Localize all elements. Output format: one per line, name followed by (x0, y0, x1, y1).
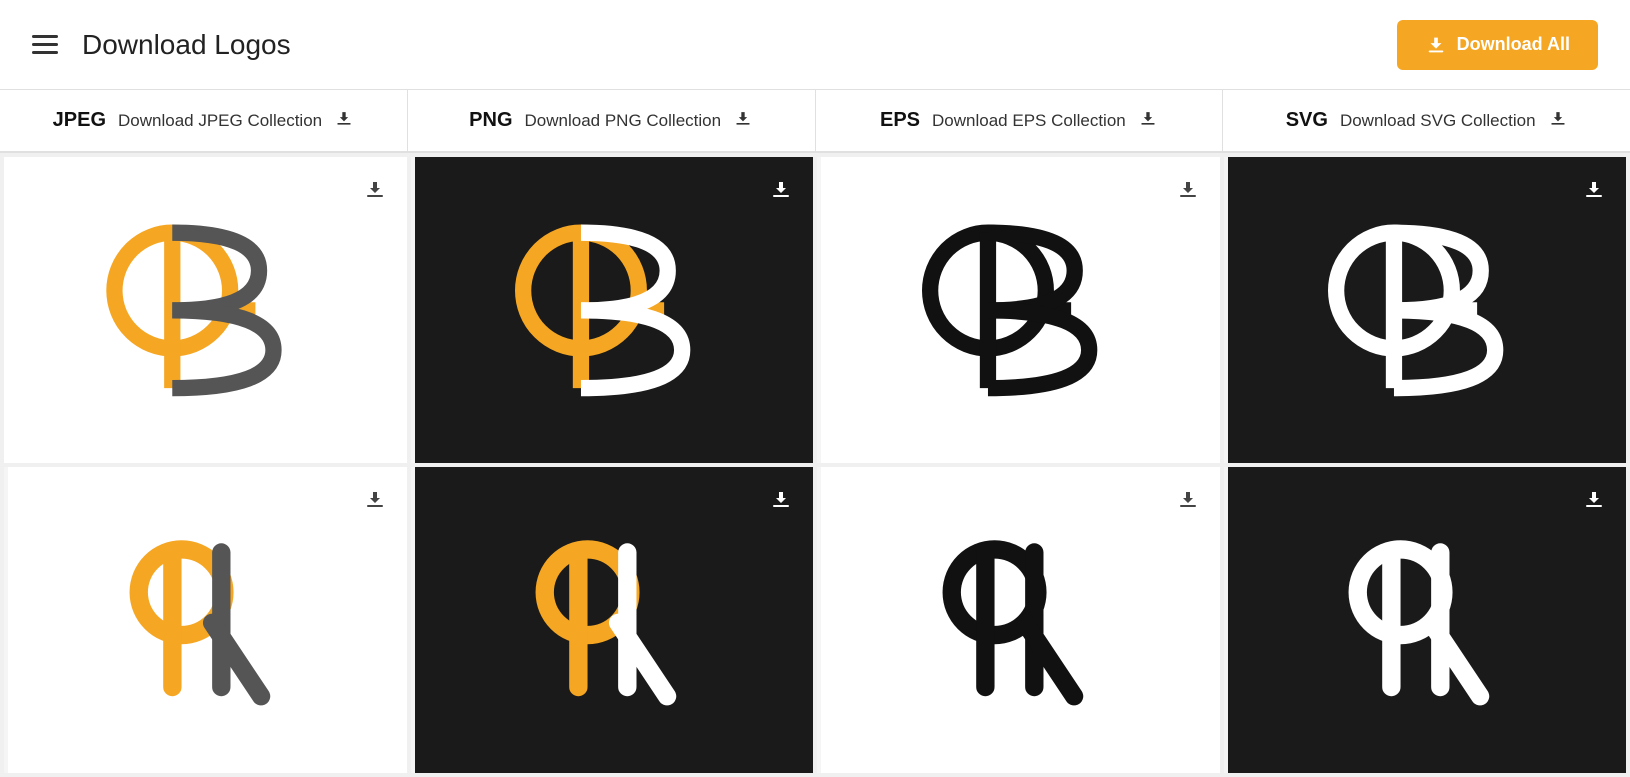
download-button-1-3[interactable] (1170, 171, 1206, 207)
header-left: Download Logos (32, 29, 291, 61)
collection-link-jpeg: Download JPEG Collection (118, 111, 322, 131)
collection-label-eps: EPS (880, 109, 920, 132)
download-icon-png (733, 108, 753, 133)
download-icon-jpeg (334, 108, 354, 133)
logo-cell-1-1[interactable] (4, 157, 407, 463)
logo-image-2-1 (8, 467, 407, 773)
collection-item-eps[interactable]: EPS Download EPS Collection (816, 90, 1224, 151)
logo-image-2-3 (821, 467, 1220, 773)
collection-label-jpeg: JPEG (53, 109, 106, 132)
collection-label-svg: SVG (1286, 109, 1328, 132)
download-icon-eps (1138, 108, 1158, 133)
collection-item-svg[interactable]: SVG Download SVG Collection (1223, 90, 1630, 151)
download-button-2-4[interactable] (1576, 481, 1612, 517)
download-button-2-3[interactable] (1170, 481, 1206, 517)
download-button-1-2[interactable] (763, 171, 799, 207)
logo-image-2-2 (415, 467, 814, 773)
collection-item-png[interactable]: PNG Download PNG Collection (408, 90, 816, 151)
logo-cell-2-3[interactable] (817, 467, 1220, 773)
logo-image-1-3 (821, 157, 1220, 463)
download-button-1-1[interactable] (357, 171, 393, 207)
collection-item-jpeg[interactable]: JPEG Download JPEG Collection (0, 90, 408, 151)
logo-cell-1-3[interactable] (817, 157, 1220, 463)
logo-image-1-2 (415, 157, 814, 463)
download-button-2-1[interactable] (357, 481, 393, 517)
logo-image-1-4 (1228, 157, 1627, 463)
hamburger-icon[interactable] (32, 35, 58, 54)
logo-image-1-1 (4, 157, 407, 463)
header: Download Logos Download All (0, 0, 1630, 90)
logo-grid (0, 153, 1630, 777)
download-icon-svg (1548, 108, 1568, 133)
logo-cell-1-4[interactable] (1224, 157, 1627, 463)
download-button-1-4[interactable] (1576, 171, 1612, 207)
collection-label-png: PNG (469, 109, 512, 132)
logo-image-2-4 (1228, 467, 1627, 773)
download-all-button[interactable]: Download All (1397, 20, 1598, 70)
page-title: Download Logos (82, 29, 291, 61)
logo-cell-2-2[interactable] (411, 467, 814, 773)
download-button-2-2[interactable] (763, 481, 799, 517)
logo-cell-1-2[interactable] (411, 157, 814, 463)
logo-cell-2-1[interactable] (4, 467, 407, 773)
collection-link-svg: Download SVG Collection (1340, 111, 1536, 131)
collection-link-eps: Download EPS Collection (932, 111, 1126, 131)
download-all-icon (1425, 34, 1447, 56)
collection-bar: JPEG Download JPEG Collection PNG Downlo… (0, 90, 1630, 153)
logo-cell-2-4[interactable] (1224, 467, 1627, 773)
collection-link-png: Download PNG Collection (525, 111, 722, 131)
